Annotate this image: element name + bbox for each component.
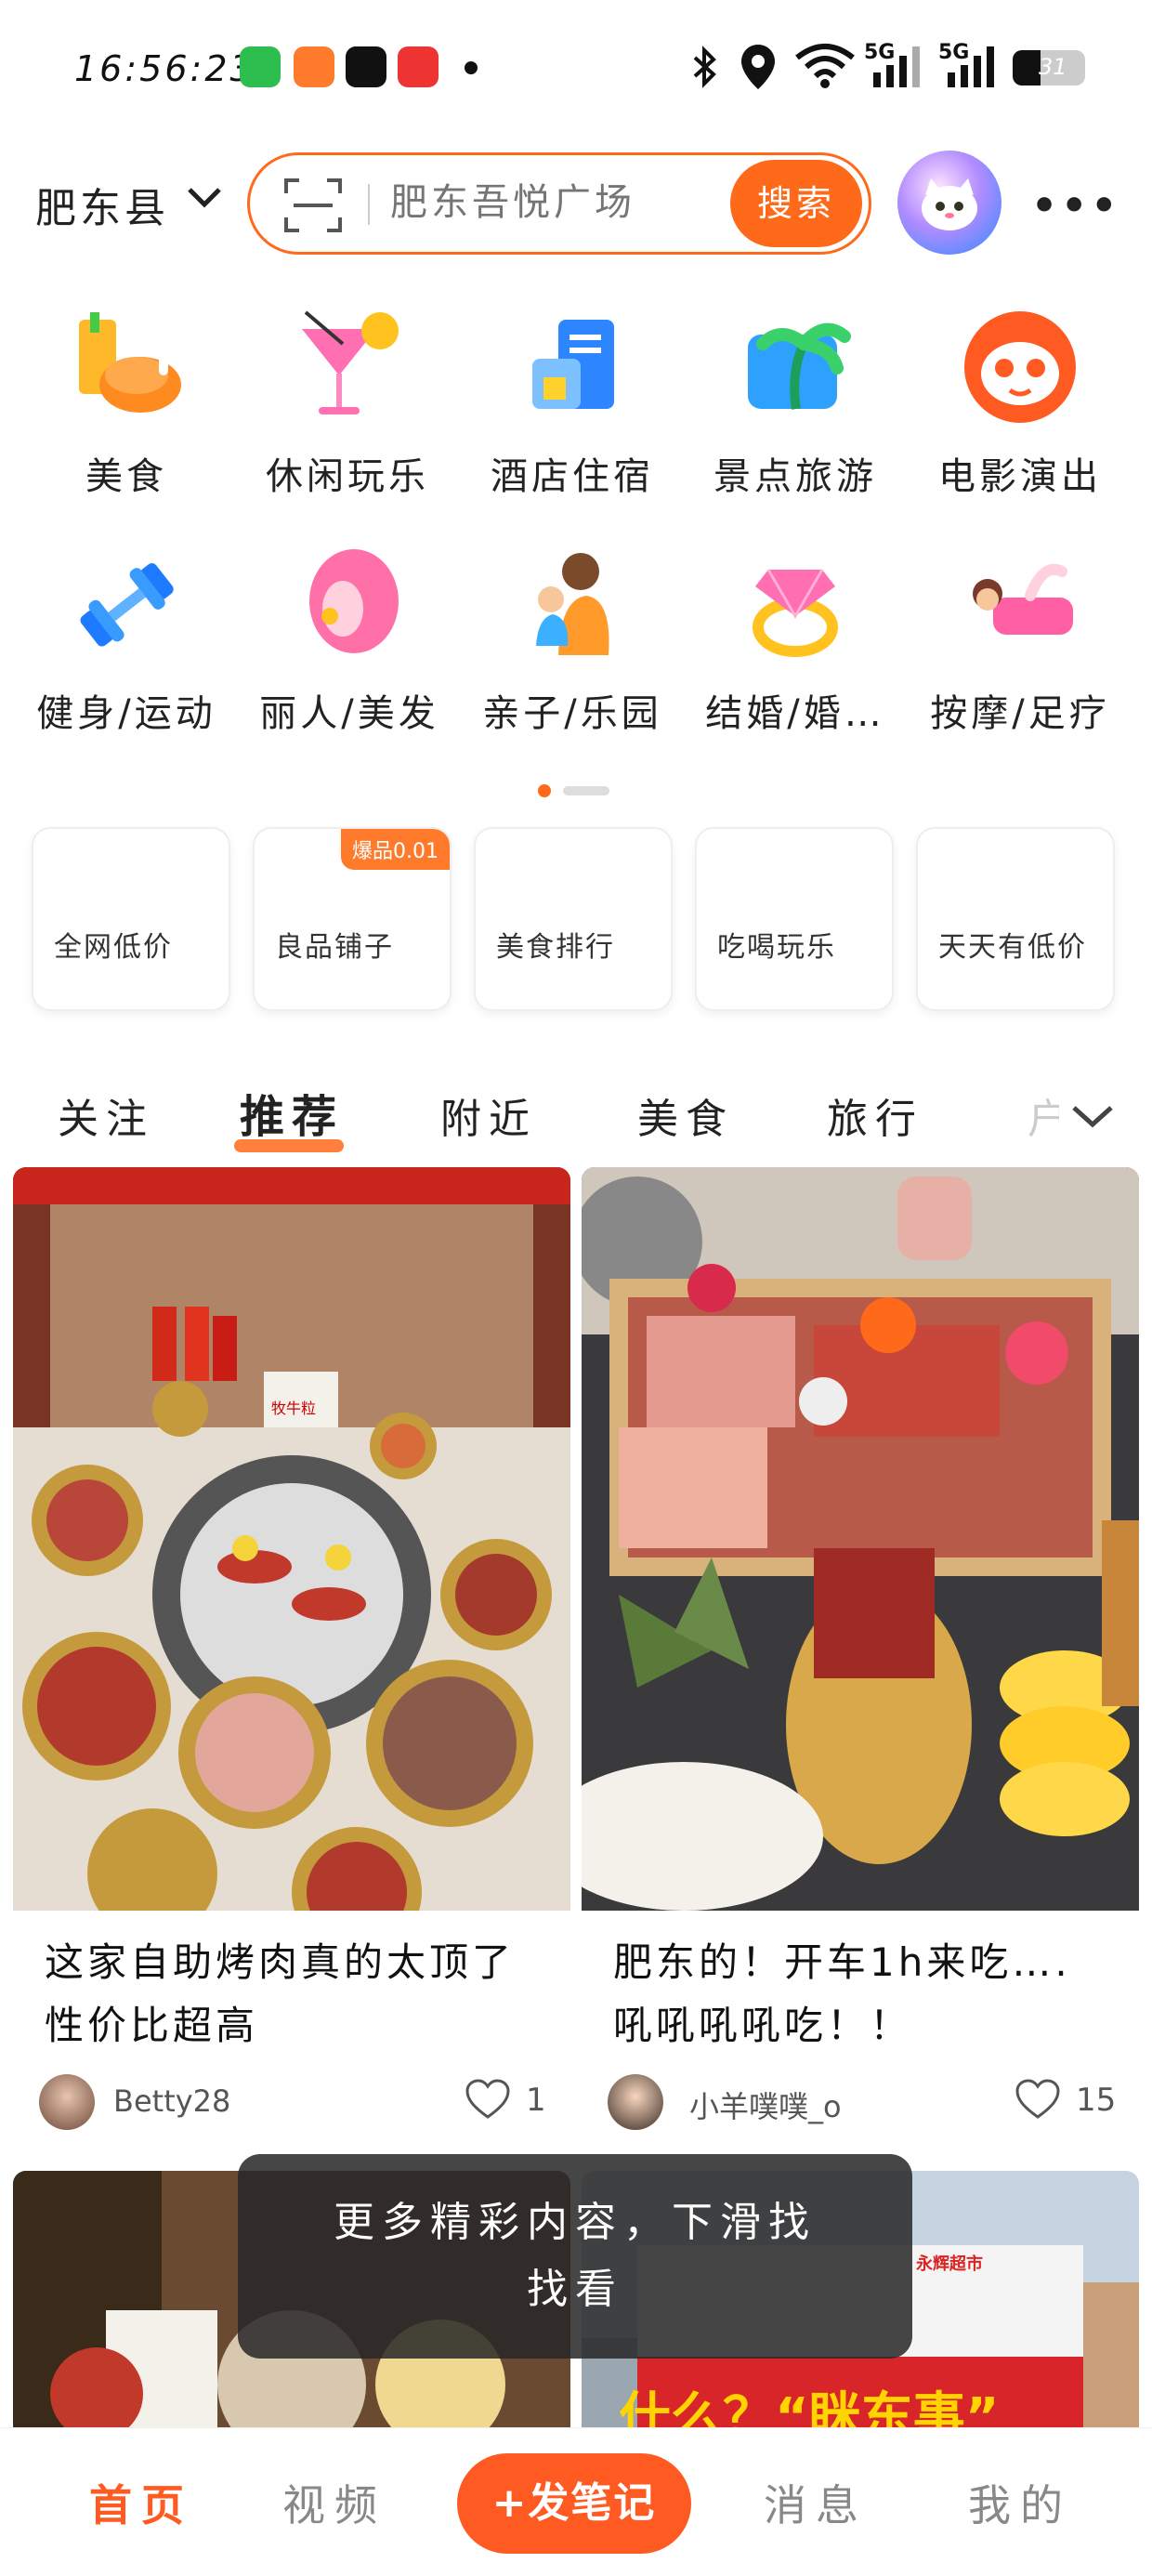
nav-video[interactable]: 视频 xyxy=(282,2472,386,2533)
like-count: 1 xyxy=(526,2082,546,2119)
tab-travel[interactable]: 旅行 xyxy=(827,1085,923,1145)
category-label: 电影演出 xyxy=(938,455,1102,498)
wechat-icon xyxy=(240,46,281,87)
avatar[interactable] xyxy=(608,2074,663,2130)
massage-icon xyxy=(960,544,1080,664)
post-title-line2: 吼吼吼吼吃！！ xyxy=(613,2003,913,2048)
post-photo xyxy=(582,1167,1139,1911)
ai-assistant-avatar[interactable] xyxy=(897,151,1001,255)
hotel-icon xyxy=(512,307,633,427)
feed-tabs xyxy=(0,1069,1152,1162)
post-username[interactable]: Betty28 xyxy=(113,2083,230,2119)
toast-line1: 更多精彩内容，下滑找 xyxy=(334,2199,817,2246)
search-button[interactable]: 搜索 xyxy=(730,160,862,247)
category-food[interactable]: 美食 xyxy=(15,307,238,500)
tab-recommend[interactable]: 推荐 xyxy=(240,1080,344,1145)
category-movies[interactable]: 电影演出 xyxy=(909,307,1132,500)
category-label: 结婚/婚… xyxy=(705,692,885,735)
battery-level: 31 xyxy=(1039,54,1067,80)
post-photo: 牧牛粒 xyxy=(13,1167,570,1911)
post-title-line1: 这家自助烤肉真的太顶了 xyxy=(45,1939,516,1985)
tab-food[interactable]: 美食 xyxy=(637,1085,734,1145)
quick-card-label: 天天有低价 xyxy=(938,931,1087,964)
quick-card-label: 全网低价 xyxy=(54,931,173,964)
search-divider xyxy=(368,184,370,225)
post-title-line2: 性价比超高 xyxy=(45,2003,259,2048)
promo-badge: 爆品0.01 xyxy=(341,829,450,870)
quick-card-bestore[interactable]: 爆品0.01 良品铺子 xyxy=(253,827,452,1011)
category-label: 按摩/足疗 xyxy=(930,692,1110,735)
quick-card-label: 良品铺子 xyxy=(275,931,394,964)
quick-card-lowest-price[interactable]: 全网低价 xyxy=(32,827,230,1011)
parent-child-icon xyxy=(512,544,633,664)
scroll-hint-toast: 更多精彩内容，下滑找 找看 xyxy=(238,2154,912,2359)
nav-home[interactable]: 首页 xyxy=(89,2472,193,2533)
post-note-button[interactable]: +发笔记 xyxy=(457,2453,691,2554)
battery-icon: 31 xyxy=(1013,50,1085,85)
tab-nearby[interactable]: 附近 xyxy=(440,1085,537,1145)
quick-card-label: 吃喝玩乐 xyxy=(717,931,836,964)
tab-follow[interactable]: 关注 xyxy=(58,1085,154,1145)
quick-card-food-ranking[interactable]: 美食排行 xyxy=(474,827,673,1011)
quick-card-daily-low-price[interactable]: 天天有低价 xyxy=(916,827,1115,1011)
cocktail-icon xyxy=(287,307,408,427)
status-bar: 16:56:23 5G 5G 31 xyxy=(0,0,1152,139)
bluetooth-icon xyxy=(687,45,721,93)
category-label: 美食 xyxy=(85,455,167,498)
category-label: 丽人/美发 xyxy=(259,692,439,735)
category-label: 亲子/乐园 xyxy=(482,692,662,735)
chevron-down-icon[interactable] xyxy=(186,184,223,216)
food-icon xyxy=(66,307,187,427)
tab-more-partial[interactable]: 户 xyxy=(1028,1085,1059,1145)
heart-icon[interactable] xyxy=(465,2078,511,2124)
photo-banner-text: 什么？“眯东事” xyxy=(619,2387,1000,2427)
page-indicator xyxy=(537,782,611,803)
notification-dot-icon xyxy=(465,61,478,74)
category-label: 休闲玩乐 xyxy=(266,455,429,498)
post-username[interactable]: 小羊噗噗_o xyxy=(689,2083,842,2126)
ring-icon xyxy=(735,544,856,664)
quick-card-eat-play[interactable]: 吃喝玩乐 xyxy=(695,827,894,1011)
sauce-label: 牧牛粒 xyxy=(271,1400,317,1417)
palm-icon xyxy=(735,307,856,427)
category-hotel[interactable]: 酒店住宿 xyxy=(461,307,684,500)
dumbbell-icon xyxy=(66,544,187,664)
expand-tabs-chevron-icon[interactable] xyxy=(1070,1102,1115,1134)
heart-icon[interactable] xyxy=(1015,2078,1061,2124)
post-title-line1: 肥东的！开车1h来吃…. xyxy=(613,1939,1071,1985)
category-leisure[interactable]: 休闲玩乐 xyxy=(236,307,459,500)
category-beauty[interactable]: 丽人/美发 xyxy=(238,544,461,737)
store-sign: 永辉超市 xyxy=(916,2254,983,2274)
category-label: 景点旅游 xyxy=(713,455,877,498)
category-massage[interactable]: 按摩/足疗 xyxy=(909,544,1132,737)
shopping-app-icon xyxy=(398,46,439,87)
search-input[interactable] xyxy=(390,173,725,232)
category-travel[interactable]: 景点旅游 xyxy=(684,307,907,500)
city-selector[interactable]: 肥东县 xyxy=(35,175,169,234)
quick-card-label: 美食排行 xyxy=(496,931,615,964)
category-family[interactable]: 亲子/乐园 xyxy=(461,544,684,737)
toast-line2: 找看 xyxy=(527,2266,623,2313)
category-fitness[interactable]: 健身/运动 xyxy=(15,544,238,737)
beauty-icon xyxy=(289,544,410,664)
avatar[interactable] xyxy=(39,2074,95,2130)
nav-me[interactable]: 我的 xyxy=(968,2472,1072,2533)
cat-mascot-icon xyxy=(960,307,1080,427)
like-count: 15 xyxy=(1076,2082,1117,2119)
feed-card[interactable]: 牧牛粒 这家自助烤肉真的太顶了 性价比超高 Betty28 1 xyxy=(13,1167,570,2160)
wifi-icon xyxy=(795,43,855,93)
category-label: 酒店住宿 xyxy=(491,455,654,498)
location-icon xyxy=(740,43,777,95)
feed-card[interactable]: 肥东的！开车1h来吃…. 吼吼吼吼吃！！ 小羊噗噗_o 15 xyxy=(582,1167,1139,2160)
status-time: 16:56:23 xyxy=(74,48,255,89)
category-label: 健身/运动 xyxy=(36,692,216,735)
app-notification-icon xyxy=(294,46,334,87)
nav-messages[interactable]: 消息 xyxy=(764,2472,868,2533)
scan-icon[interactable] xyxy=(281,173,346,242)
more-icon[interactable]: ••• xyxy=(1031,182,1120,230)
category-wedding[interactable]: 结婚/婚… xyxy=(684,544,907,737)
tiktok-icon xyxy=(346,46,386,87)
